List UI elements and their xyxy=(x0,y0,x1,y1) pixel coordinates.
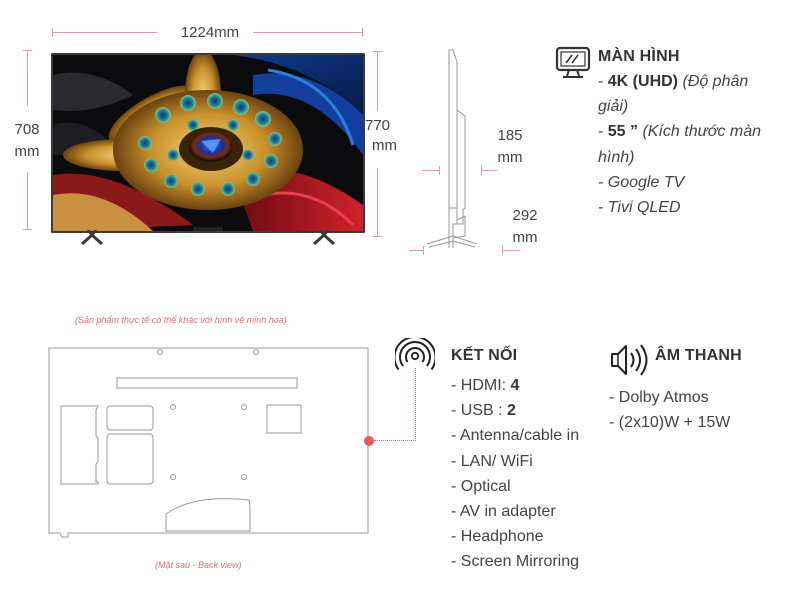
tv-stand-left xyxy=(80,230,104,246)
item-text: - USB : xyxy=(451,402,508,420)
spec-prefix: - xyxy=(598,73,608,90)
height-dim-line-top xyxy=(27,50,28,106)
spec-italic: - Google TV xyxy=(598,173,685,191)
item-text: - Screen Mirroring xyxy=(451,553,580,571)
total-height-value: 770 xyxy=(365,117,391,134)
tv-stand-right xyxy=(312,230,336,246)
item-value: 4 xyxy=(510,377,520,394)
connectivity-item: - AV in adapter xyxy=(451,499,579,524)
spec-bold: 55 ” xyxy=(607,123,639,141)
spec-bold: 4K (UHD) xyxy=(607,73,678,90)
connector-line-horizontal xyxy=(374,440,416,441)
screen-spec-line: giải) xyxy=(598,94,761,119)
item-text: - HDMI: xyxy=(451,377,511,394)
connectivity-item: - LAN/ WiFi xyxy=(451,449,579,474)
height-dim-line-bottom xyxy=(27,172,28,229)
screen-spec-line: - 4K (UHD) (Độ phân xyxy=(598,69,761,94)
spec-italic: (Kích thước màn xyxy=(638,123,761,141)
audio-item: - Dolby Atmos xyxy=(609,389,709,406)
connectivity-item: - USB : 2 xyxy=(451,398,579,423)
width-dim-tick-right xyxy=(362,28,363,37)
spec-italic: - Tivi QLED xyxy=(598,199,681,217)
back-view-caption: (Mặt sau - Back view) xyxy=(155,560,242,570)
tv-screen-artwork xyxy=(53,55,363,231)
total-height-unit: mm xyxy=(372,137,397,154)
screen-spec-line: - Tivi QLED xyxy=(598,195,761,220)
depth-panel-tick-left xyxy=(439,166,440,175)
screen-spec-section xyxy=(555,46,591,85)
width-label: 1224mm xyxy=(180,24,240,41)
depth-stand-line-left xyxy=(409,250,423,251)
disclaimer-note: (Sản phẩm thực tế có thể khác với hình v… xyxy=(75,315,287,325)
depth-panel-unit: mm xyxy=(497,149,523,166)
connectivity-item: - Optical xyxy=(451,474,579,499)
panel-height-value: 708 xyxy=(14,121,40,138)
item-text: - Headphone xyxy=(451,528,544,546)
signal-broadcast-icon xyxy=(395,338,435,371)
connector-marker-dot xyxy=(364,436,374,446)
width-dim-line-left xyxy=(52,32,157,33)
monitor-icon xyxy=(555,46,591,78)
connectivity-item: - Headphone xyxy=(451,524,579,549)
speaker-icon xyxy=(611,344,648,376)
screen-spec-line: - 55 ” (Kích thước màn xyxy=(598,119,761,144)
item-value: 2 xyxy=(507,402,516,420)
connectivity-item: - Antenna/cable in xyxy=(451,423,579,448)
screen-spec-list: - 4K (UHD) (Độ phân giải) - 55 ” (Kích t… xyxy=(598,69,761,220)
item-text: - LAN/ WiFi xyxy=(451,452,533,470)
depth-panel-line-right xyxy=(481,170,497,171)
item-text: - Optical xyxy=(451,477,511,495)
tv-back-view xyxy=(48,347,369,538)
item-text: - Antenna/cable in xyxy=(451,427,580,445)
audio-item: - (2x10)W + 15W xyxy=(609,414,731,432)
depth-stand-value: 292 xyxy=(512,207,538,224)
total-height-line-top xyxy=(377,51,378,111)
connector-line-vertical xyxy=(415,368,416,441)
height-dim-tick-bottom xyxy=(23,229,32,230)
audio-title: ÂM THANH xyxy=(655,347,742,364)
connectivity-list: - HDMI: 4 - USB : 2 - Antenna/cable in -… xyxy=(451,373,579,575)
spec-italic: hình) xyxy=(598,148,635,166)
connectivity-title: KẾT NỐI xyxy=(451,347,518,364)
total-height-line-bottom xyxy=(377,168,378,237)
width-dim-line-right xyxy=(253,32,363,33)
item-text: - AV in adapter xyxy=(451,503,556,521)
spec-italic: giải) xyxy=(598,98,629,116)
connectivity-item: - Screen Mirroring xyxy=(451,549,579,574)
depth-panel-value: 185 xyxy=(497,127,523,144)
panel-height-unit: mm xyxy=(14,143,40,160)
screen-spec-title: MÀN HÌNH xyxy=(598,48,680,65)
depth-stand-tick-left xyxy=(423,246,424,255)
depth-stand-unit: mm xyxy=(512,229,538,246)
spec-italic: (Độ phân xyxy=(678,73,749,90)
connectivity-item: - HDMI: 4 xyxy=(451,373,579,398)
spec-prefix: - xyxy=(598,123,608,141)
depth-panel-line-left xyxy=(422,170,439,171)
screen-spec-line: - Google TV xyxy=(598,170,761,195)
screen-spec-line: hình) xyxy=(598,145,761,170)
audio-list: - Dolby Atmos - (2x10)W + 15W xyxy=(609,385,730,435)
total-height-tick-bottom xyxy=(373,236,382,237)
tv-front-image xyxy=(51,53,365,233)
depth-stand-line-right xyxy=(502,250,520,251)
